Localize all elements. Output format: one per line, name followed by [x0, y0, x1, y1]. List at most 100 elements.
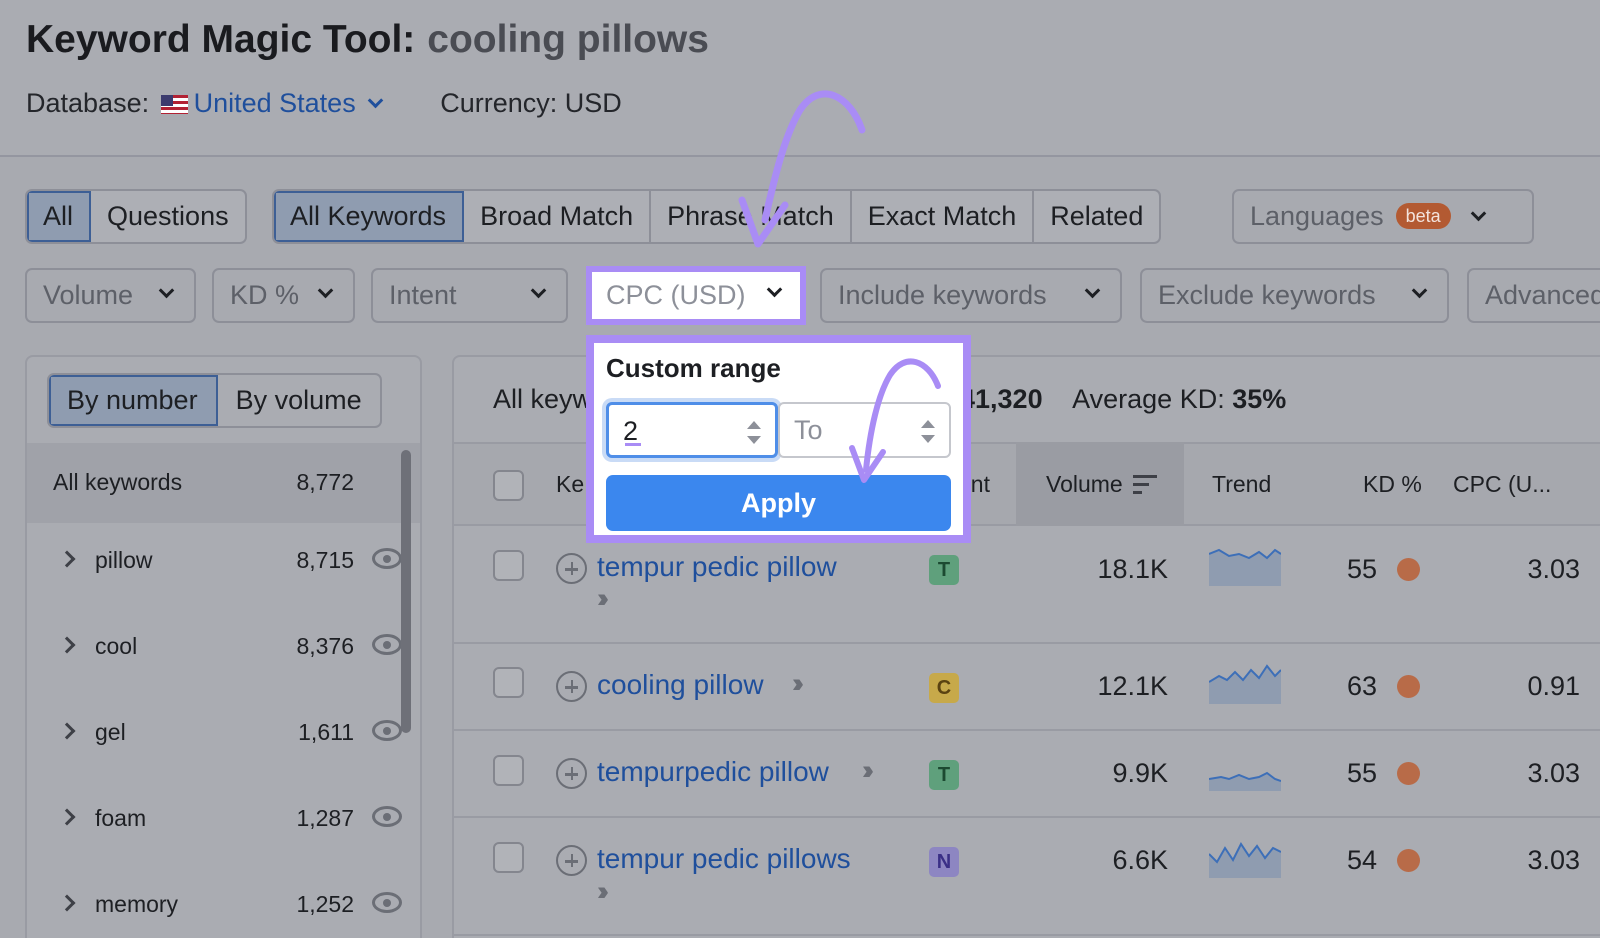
table-row — [454, 526, 1600, 644]
tab-broad-match[interactable]: Broad Match — [464, 191, 652, 242]
include-keywords-label: Include keywords — [838, 280, 1047, 310]
table-row — [454, 818, 1600, 936]
chevron-down-icon — [766, 281, 783, 298]
kd-value: 55 — [1347, 554, 1378, 584]
advanced-filters[interactable]: Advanced — [1467, 268, 1600, 323]
sidebar-scrollbar[interactable] — [401, 450, 411, 733]
keyword-link[interactable]: tempur pedic pillow — [597, 551, 837, 583]
kd-filter-label: KD % — [230, 280, 300, 310]
cpc-value: 3.03 — [1527, 554, 1580, 584]
keyword-details-icon[interactable]: ›› — [597, 583, 609, 614]
keyword-column-header[interactable]: Ke — [556, 471, 584, 498]
cpc-column-header[interactable]: CPC (U... — [1453, 471, 1551, 498]
group-item-pillow[interactable]: pillow 8,715 — [27, 523, 420, 609]
by-number-button[interactable]: By number — [49, 375, 218, 426]
row-checkbox[interactable] — [493, 667, 524, 698]
match-tabs: All Keywords Broad Match Phrase Match Ex… — [272, 189, 1162, 244]
kd-difficulty-dot — [1397, 849, 1420, 872]
add-to-list-icon[interactable] — [556, 845, 587, 876]
cpc-filter[interactable]: CPC (USD) — [586, 266, 806, 325]
group-count: 8,376 — [296, 633, 354, 659]
beta-badge: beta — [1395, 203, 1451, 229]
average-kd-value: 35% — [1232, 384, 1287, 414]
cpc-value: 3.03 — [1527, 845, 1580, 875]
kd-filter[interactable]: KD % — [212, 268, 355, 323]
exclude-keywords-filter[interactable]: Exclude keywords — [1140, 268, 1449, 323]
cpc-value: 0.91 — [1527, 671, 1580, 701]
keyword-link[interactable]: cooling pillow — [597, 669, 764, 701]
group-item-foam[interactable]: foam 1,287 — [27, 781, 420, 867]
chevron-right-icon[interactable] — [58, 808, 76, 826]
keyword-details-icon[interactable]: ›› — [597, 876, 609, 907]
eye-icon[interactable] — [372, 634, 402, 655]
select-all-checkbox[interactable] — [493, 470, 524, 501]
languages-dropdown[interactable]: Languages beta — [1232, 189, 1534, 244]
keyword-details-icon[interactable]: ›› — [792, 668, 804, 699]
row-checkbox[interactable] — [493, 550, 524, 581]
row-checkbox[interactable] — [493, 755, 524, 786]
kd-column-header[interactable]: KD % — [1363, 471, 1422, 498]
tab-exact-match[interactable]: Exact Match — [852, 191, 1035, 242]
trend-sparkline — [1209, 548, 1281, 586]
group-sort-toggle: By number By volume — [47, 373, 382, 428]
chevron-down-icon — [1470, 205, 1486, 222]
volume-value: 12.1K — [1097, 671, 1168, 701]
include-keywords-filter[interactable]: Include keywords — [820, 268, 1122, 323]
add-to-list-icon[interactable] — [556, 671, 587, 702]
tab-phrase-match[interactable]: Phrase Match — [651, 191, 852, 242]
row-checkbox[interactable] — [493, 842, 524, 873]
kd-value: 55 — [1347, 758, 1378, 788]
keyword-groups-panel: By number By volume All keywords 8,772 p… — [25, 355, 422, 938]
us-flag-icon — [160, 95, 188, 114]
group-item-cool[interactable]: cool 8,376 — [27, 609, 420, 695]
decrement-icon[interactable] — [747, 436, 761, 444]
volume-filter[interactable]: Volume — [25, 268, 196, 323]
chevron-down-icon — [530, 282, 547, 299]
database-line: Database: United States Currency: USD — [26, 88, 622, 119]
all-keywords-group[interactable]: All keywords 8,772 — [27, 443, 420, 523]
volume-value: 9.9K — [1112, 758, 1168, 788]
add-to-list-icon[interactable] — [556, 553, 587, 584]
eye-icon[interactable] — [372, 720, 402, 741]
group-item-gel[interactable]: gel 1,611 — [27, 695, 420, 781]
intent-filter[interactable]: Intent — [371, 268, 568, 323]
eye-icon[interactable] — [372, 548, 402, 569]
cpc-from-input[interactable]: 2 — [606, 402, 778, 458]
tab-questions[interactable]: Questions — [91, 191, 245, 242]
trend-sparkline — [1209, 664, 1281, 704]
decrement-icon[interactable] — [921, 435, 935, 443]
chevron-down-icon — [1084, 282, 1101, 299]
group-label: gel — [95, 719, 126, 745]
database-selector[interactable]: United States — [157, 88, 389, 118]
volume-header-label: Volume — [1046, 471, 1123, 497]
tab-related[interactable]: Related — [1034, 191, 1159, 242]
languages-label: Languages — [1250, 201, 1384, 231]
text-cursor — [625, 443, 641, 446]
chevron-right-icon[interactable] — [58, 722, 76, 740]
keyword-link[interactable]: tempur pedic pillows — [597, 843, 851, 875]
cpc-to-input[interactable]: To — [778, 402, 951, 458]
tab-all[interactable]: All — [27, 191, 92, 242]
chevron-right-icon[interactable] — [58, 636, 76, 654]
average-kd-label: Average KD: — [1072, 384, 1225, 414]
keyword-link[interactable]: tempurpedic pillow — [597, 756, 829, 788]
chevron-right-icon[interactable] — [58, 550, 76, 568]
by-volume-button[interactable]: By volume — [218, 375, 380, 426]
chevron-right-icon[interactable] — [58, 894, 76, 912]
eye-icon[interactable] — [372, 892, 402, 913]
scope-tabs: All Questions — [25, 189, 247, 244]
volume-column-header[interactable]: Volume — [1046, 471, 1157, 498]
eye-icon[interactable] — [372, 806, 402, 827]
add-to-list-icon[interactable] — [556, 758, 587, 789]
trend-column-header: Trend — [1212, 471, 1272, 497]
intent-badge: C — [929, 673, 959, 703]
sort-descending-icon[interactable] — [1132, 475, 1157, 495]
increment-icon[interactable] — [747, 421, 761, 429]
apply-button[interactable]: Apply — [606, 475, 951, 531]
keyword-details-icon[interactable]: ›› — [862, 755, 874, 786]
group-item-memory[interactable]: memory 1,252 — [27, 867, 420, 938]
tab-all-keywords[interactable]: All Keywords — [274, 191, 465, 242]
group-count: 8,772 — [296, 469, 354, 495]
summary-all-keywords: All keyw — [493, 384, 593, 414]
increment-icon[interactable] — [921, 420, 935, 428]
